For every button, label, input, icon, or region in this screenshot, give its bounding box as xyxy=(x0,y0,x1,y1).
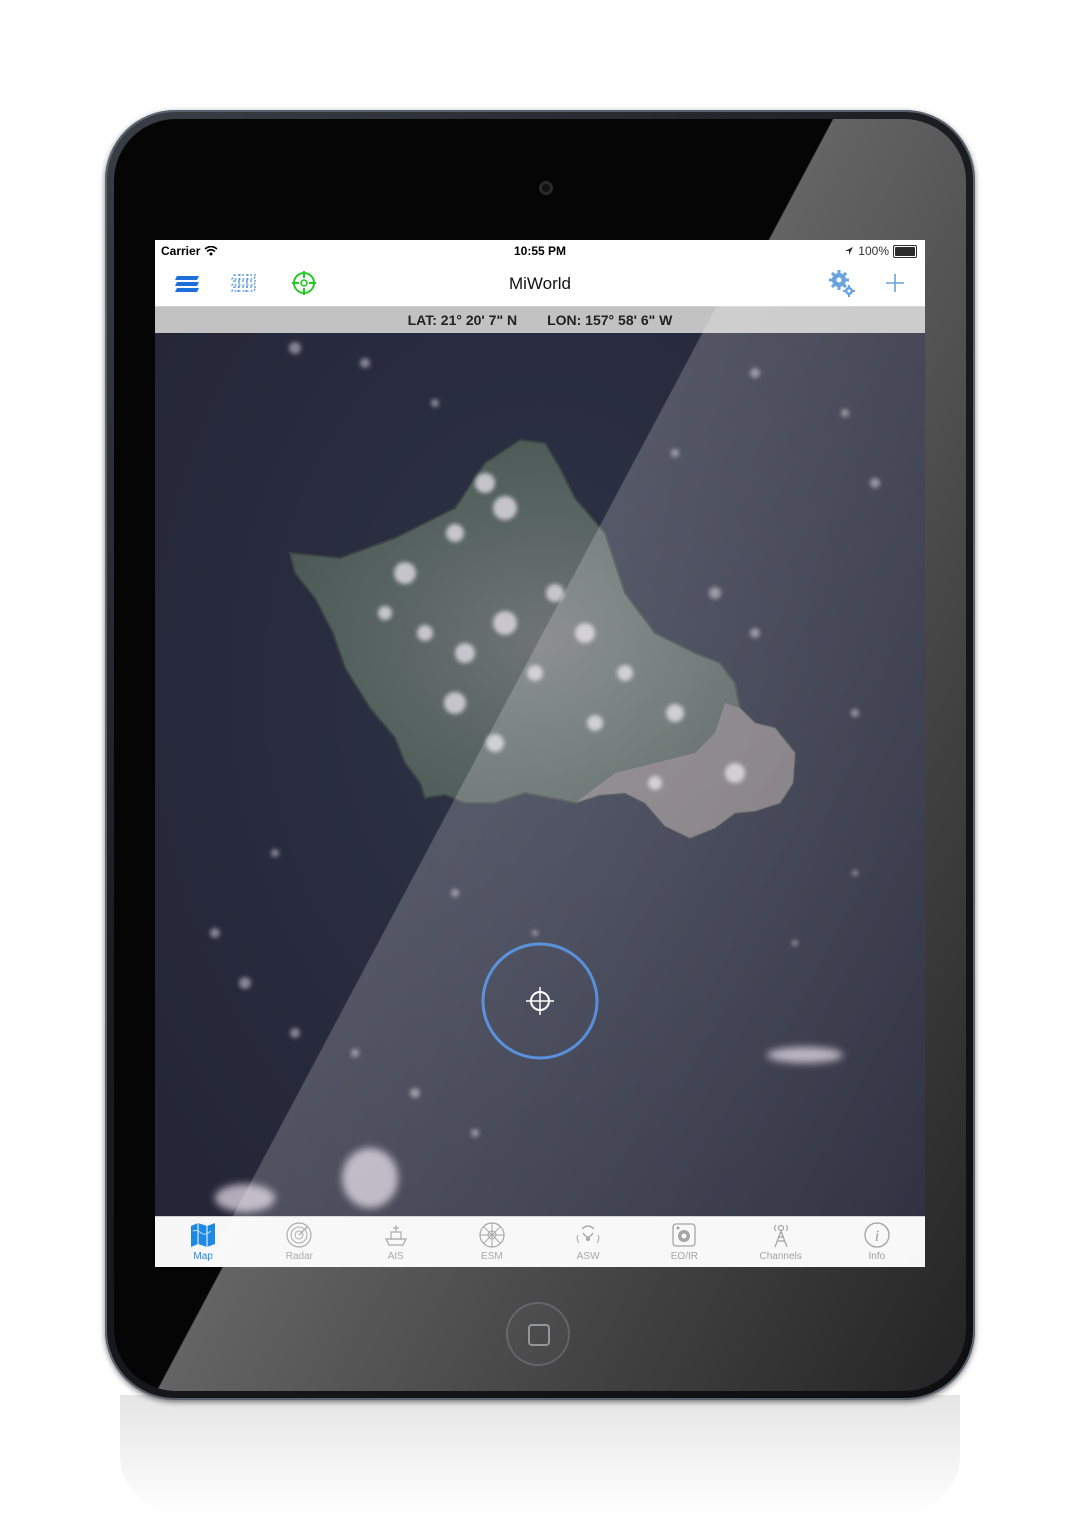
tab-label: EO/IR xyxy=(670,1251,698,1262)
gears-icon xyxy=(829,270,855,297)
app-title: MiWorld xyxy=(508,274,572,293)
tab-label: Radar xyxy=(285,1251,313,1262)
tab-label: ESM xyxy=(481,1251,503,1262)
info-icon: i xyxy=(864,1222,890,1248)
crosshair-icon xyxy=(481,942,599,1060)
battery-icon xyxy=(893,244,917,258)
tab-info[interactable]: i Info xyxy=(829,1217,925,1267)
antenna-tower-icon xyxy=(773,1224,788,1248)
navigation-bar: MiWorld xyxy=(155,260,925,307)
tab-ais[interactable]: AIS xyxy=(348,1217,444,1267)
camera-icon xyxy=(672,1223,697,1247)
tab-label: Info xyxy=(868,1251,886,1262)
tab-label: Channels xyxy=(759,1251,802,1262)
tab-channels[interactable]: Channels xyxy=(733,1217,829,1267)
app-screen: Carrier 10:55 PM 100% MiWorld LAT: 21° 2… xyxy=(155,240,925,1267)
tab-esm[interactable]: ESM xyxy=(444,1217,540,1267)
battery-percent: 100% xyxy=(858,244,889,258)
tab-asw[interactable]: ASW xyxy=(540,1217,636,1267)
sonar-icon xyxy=(576,1225,600,1244)
longitude-label: LON: 157° 58' 6" W xyxy=(547,312,673,328)
plus-icon xyxy=(886,274,904,292)
radar-icon xyxy=(286,1222,312,1248)
status-bar: Carrier 10:55 PM 100% xyxy=(155,240,925,260)
tab-label: Map xyxy=(193,1251,213,1262)
map-icon xyxy=(191,1223,216,1247)
latitude-label: LAT: 21° 20' 7" N xyxy=(407,312,518,328)
esm-wheel-icon xyxy=(479,1222,505,1248)
settings-button[interactable] xyxy=(827,268,857,298)
device-reflection xyxy=(120,1395,960,1515)
tab-label: AIS xyxy=(387,1251,404,1262)
home-button[interactable] xyxy=(506,1302,570,1366)
location-arrow-icon xyxy=(845,247,854,255)
tab-map[interactable]: Map xyxy=(155,1217,251,1267)
coordinate-readout: LAT: 21° 20' 7" N LON: 157° 58' 6" W xyxy=(155,307,925,333)
front-camera xyxy=(539,181,553,195)
tab-label: ASW xyxy=(576,1251,600,1262)
status-time: 10:55 PM xyxy=(513,244,567,258)
add-button[interactable] xyxy=(880,268,910,298)
tab-radar[interactable]: Radar xyxy=(251,1217,347,1267)
satellite-map[interactable] xyxy=(155,333,925,1216)
svg-text:i: i xyxy=(875,1228,879,1245)
tab-bar: Map Radar AIS ESM ASW EO/IR Channels i I… xyxy=(155,1216,925,1267)
ship-icon xyxy=(384,1225,407,1246)
tab-eo-ir[interactable]: EO/IR xyxy=(636,1217,732,1267)
